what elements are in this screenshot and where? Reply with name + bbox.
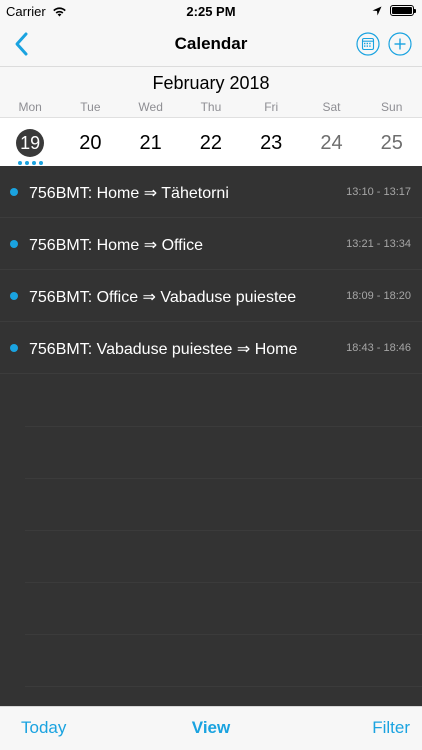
day-row: 19 20 21 22 23 24 25 [0,117,422,167]
event-dot [10,292,18,300]
status-time: 2:25 PM [186,4,236,19]
day-number: 22 [199,132,223,154]
event-title: 756BMT: Office ⇒ Vabaduse puiestee [29,289,297,306]
day-cell[interactable]: 21 [121,118,181,167]
day-cell[interactable]: 23 [241,118,301,167]
weekday-label: Sat [322,100,341,114]
day-cell[interactable]: 22 [181,118,241,167]
row-divider [25,530,422,531]
weekday-label: Mon [18,100,42,114]
event-time: 13:21 - 13:34 [346,238,411,250]
filter-button[interactable]: Filter [372,718,410,738]
day-number: 21 [139,132,162,154]
battery-level [392,7,412,14]
day-cell[interactable]: 25 [362,118,422,167]
day-cell[interactable]: 20 [60,118,120,167]
weekday-label: Wed [138,100,163,114]
week-calendar: February 2018 Mon Tue Wed Thu Fri Sat Su… [0,66,422,167]
row-divider [25,426,422,427]
weekday-row: Mon Tue Wed Thu Fri Sat Sun [0,100,422,114]
event-time: 18:43 - 18:46 [346,342,411,354]
event-time: 13:10 - 13:17 [346,186,411,198]
list-item[interactable]: 756BMT: Home ⇒ Tähetorni 13:10 - 13:17 [0,166,422,218]
day-number: 20 [79,132,102,154]
list-item[interactable]: 756BMT: Office ⇒ Vabaduse puiestee 18:09… [0,270,422,322]
event-title: 756BMT: Home ⇒ Office [29,237,204,254]
row-divider [25,478,422,479]
status-right [372,5,416,16]
location-arrow-icon [372,6,382,15]
plus-circle-icon[interactable] [388,32,412,56]
day-number: 24 [320,132,343,154]
month-title: February 2018 [152,73,270,93]
day-cell-selected[interactable]: 19 [0,118,60,167]
event-dot [24,161,29,165]
event-indicator-dots [0,161,60,165]
weekday-label: Tue [80,100,101,114]
today-button[interactable]: Today [21,718,66,738]
nav-bar: Calendar [0,22,422,66]
day-number: 23 [260,132,283,154]
weekday-label: Thu [200,100,222,114]
status-bar: Carrier 2:25 PM [0,0,422,22]
event-dot [10,344,18,352]
event-time: 18:09 - 18:20 [346,290,411,302]
row-divider [25,686,422,687]
list-item[interactable]: 756BMT: Vabaduse puiestee ⇒ Home 18:43 -… [0,322,422,374]
event-title: 756BMT: Home ⇒ Tähetorni [29,185,229,202]
event-dot [10,188,18,196]
event-dot [17,161,22,165]
row-divider [25,634,422,635]
tab-bar: View Today Filter [0,706,422,750]
battery-icon [390,5,416,16]
weekday-label: Sun [381,100,403,114]
weekday-label: Fri [264,100,279,114]
event-dot [10,240,18,248]
day-number: 19 [16,129,45,157]
day-cell[interactable]: 24 [301,118,361,167]
event-list: 756BMT: Home ⇒ Tähetorni 13:10 - 13:17 7… [0,166,422,706]
event-title: 756BMT: Vabaduse puiestee ⇒ Home [29,341,298,358]
day-number: 25 [380,132,403,154]
row-divider [25,582,422,583]
calendar-grid-icon[interactable] [356,32,380,56]
event-dot [38,161,43,165]
list-item[interactable]: 756BMT: Home ⇒ Office 13:21 - 13:34 [0,218,422,270]
event-dot [31,161,36,165]
